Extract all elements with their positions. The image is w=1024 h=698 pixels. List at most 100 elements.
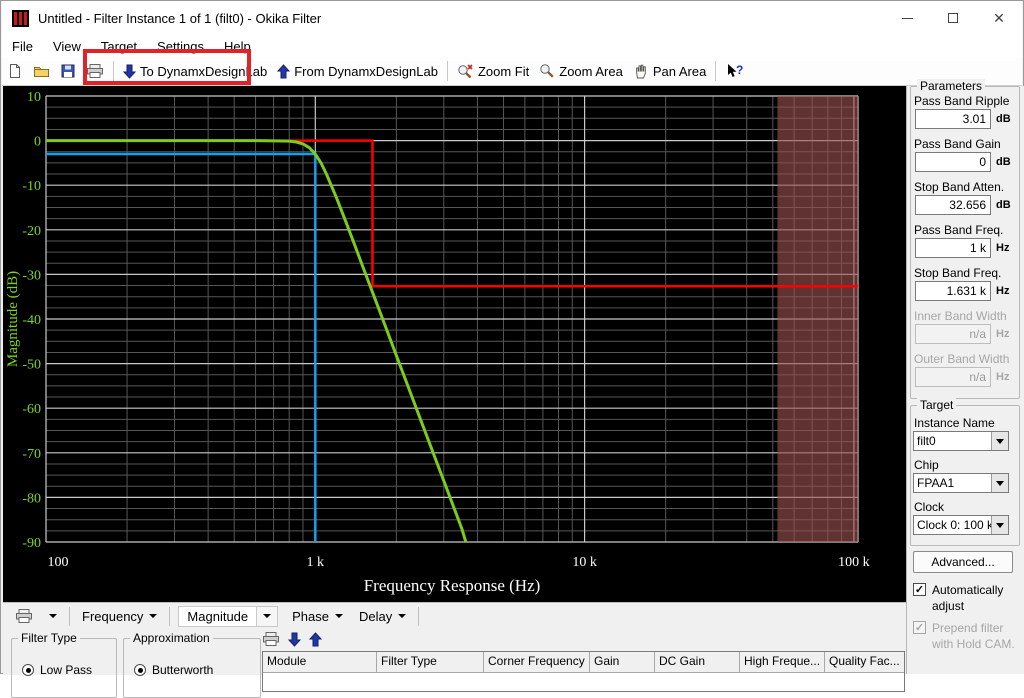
- zoom-fit-button[interactable]: Zoom Fit: [452, 60, 534, 82]
- approximation-butterworth-radio[interactable]: Butterworth: [134, 663, 213, 677]
- param-label: Pass Band Freq.: [914, 223, 1003, 237]
- table-print-button[interactable]: [262, 631, 280, 650]
- menu-help[interactable]: Help: [214, 37, 261, 56]
- pan-hand-icon: [633, 63, 649, 79]
- unit-label: Hz: [996, 328, 1009, 340]
- menubar: File View Target Settings Help: [2, 35, 1022, 57]
- param-label: Pass Band Ripple: [914, 94, 1009, 108]
- blue-up-arrow-icon: [277, 64, 290, 79]
- close-icon: ✕: [993, 11, 1005, 25]
- close-button[interactable]: ✕: [976, 1, 1022, 35]
- maximize-button[interactable]: [930, 1, 976, 35]
- instance-name-label: Instance Name: [914, 416, 995, 430]
- svg-text:10: 10: [27, 90, 41, 105]
- print-button[interactable]: [81, 60, 109, 82]
- blue-down-arrow-icon: [288, 632, 301, 647]
- new-button[interactable]: [2, 60, 28, 82]
- pan-area-button[interactable]: Pan Area: [628, 60, 712, 82]
- svg-text:100 k: 100 k: [838, 555, 870, 570]
- col-dc-gain: DC Gain: [655, 652, 740, 672]
- phase-dropdown[interactable]: Phase: [284, 606, 351, 627]
- to-dynamxdesignlab-button[interactable]: To DynamxDesignLab: [118, 61, 272, 82]
- svg-text:-80: -80: [22, 491, 41, 506]
- bottom-panel: Filter Type Low Pass Approximation Butte…: [3, 629, 906, 675]
- svg-text:-10: -10: [22, 179, 41, 194]
- minimize-icon: [902, 18, 913, 19]
- magnitude-button[interactable]: Magnitude: [178, 606, 257, 627]
- chevron-down-icon: [149, 614, 157, 618]
- module-table: Module Filter Type Corner Frequency Gain…: [262, 651, 905, 692]
- open-folder-icon: [33, 63, 50, 79]
- chevron-down-icon[interactable]: [991, 432, 1008, 450]
- target-group-title: Target: [917, 398, 956, 412]
- auto-adjust-checkbox[interactable]: ✓ Automatically adjust: [913, 582, 1021, 614]
- filter-type-title: Filter Type: [18, 631, 80, 645]
- param-label: Inner Band Width: [914, 309, 1007, 323]
- col-corner-frequency: Corner Frequency: [484, 652, 590, 672]
- radio-selected-icon: [134, 664, 146, 676]
- print-icon: [15, 608, 33, 624]
- zoom-area-icon: [539, 63, 555, 79]
- col-module: Module: [263, 652, 377, 672]
- chip-label: Chip: [914, 458, 939, 472]
- zoom-area-button[interactable]: Zoom Area: [534, 60, 628, 82]
- open-button[interactable]: [28, 60, 55, 82]
- stop-band-atten-input[interactable]: [915, 195, 991, 215]
- svg-text:-50: -50: [22, 358, 41, 373]
- chart-print-button[interactable]: [7, 605, 41, 627]
- filter-type-group: Filter Type Low Pass: [11, 638, 117, 698]
- save-button[interactable]: [55, 60, 81, 82]
- toolbar-separator: [447, 61, 448, 81]
- filter-type-low-pass-radio[interactable]: Low Pass: [22, 663, 92, 677]
- zoom-area-label: Zoom Area: [559, 64, 623, 79]
- maximize-icon: [948, 13, 958, 23]
- clock-combobox[interactable]: Clock 0: 100 k: [913, 515, 1009, 535]
- titlebar: Untitled - Filter Instance 1 of 1 (filt0…: [2, 1, 1022, 35]
- blue-up-arrow-icon: [309, 632, 322, 647]
- frequency-dropdown[interactable]: Frequency: [74, 606, 165, 627]
- toolbar-separator: [715, 61, 716, 81]
- phase-label: Phase: [292, 609, 329, 624]
- pan-area-label: Pan Area: [653, 64, 707, 79]
- menu-target[interactable]: Target: [91, 37, 147, 56]
- from-dynamxdesignlab-button[interactable]: From DynamxDesignLab: [272, 61, 443, 82]
- radio-selected-icon: [22, 664, 34, 676]
- instance-name-combobox[interactable]: filt0: [913, 431, 1009, 451]
- svg-text:Magnitude (dB): Magnitude (dB): [5, 271, 21, 367]
- context-help-button[interactable]: ?: [720, 60, 748, 82]
- unit-label: dB: [996, 156, 1011, 168]
- advanced-button[interactable]: Advanced...: [913, 551, 1013, 573]
- pass-band-freq-input[interactable]: [915, 238, 991, 258]
- svg-text:-60: -60: [22, 402, 41, 417]
- svg-text:1 k: 1 k: [307, 555, 325, 570]
- checkbox-checked-icon: ✓: [913, 583, 926, 596]
- delay-dropdown[interactable]: Delay: [351, 606, 414, 627]
- blue-down-arrow-icon: [123, 64, 136, 79]
- frequency-label: Frequency: [82, 609, 143, 624]
- menu-settings[interactable]: Settings: [147, 37, 214, 56]
- chevron-down-icon[interactable]: [991, 516, 1008, 534]
- inner-band-width-input: [915, 324, 991, 344]
- chart-print-dropdown[interactable]: [41, 611, 65, 621]
- stop-band-freq-input[interactable]: [915, 281, 991, 301]
- zoom-fit-label: Zoom Fit: [478, 64, 529, 79]
- menu-view[interactable]: View: [43, 37, 91, 56]
- unit-label: dB: [996, 113, 1011, 125]
- minimize-button[interactable]: [884, 1, 930, 35]
- toolbar-separator: [418, 607, 419, 626]
- toolbar-separator: [169, 607, 170, 626]
- delay-label: Delay: [359, 609, 392, 624]
- pass-band-ripple-input[interactable]: [915, 109, 991, 129]
- prepend-filter-label: Prepend filter with Hold CAM.: [932, 620, 1021, 652]
- magnitude-dropdown[interactable]: [257, 606, 278, 627]
- col-quality-factor: Quality Fac...: [825, 652, 902, 672]
- chevron-down-icon[interactable]: [991, 474, 1008, 492]
- menu-file[interactable]: File: [2, 37, 43, 56]
- move-down-button[interactable]: [288, 632, 301, 650]
- chip-combobox[interactable]: FPAA1: [913, 473, 1009, 493]
- table-row[interactable]: [263, 673, 904, 691]
- move-up-button[interactable]: [309, 632, 322, 650]
- frequency-response-chart[interactable]: 100-10-20-30-40-50-60-70-80-901001 k10 k…: [3, 86, 906, 602]
- col-high-frequency: High Freque...: [740, 652, 825, 672]
- pass-band-gain-input[interactable]: [915, 152, 991, 172]
